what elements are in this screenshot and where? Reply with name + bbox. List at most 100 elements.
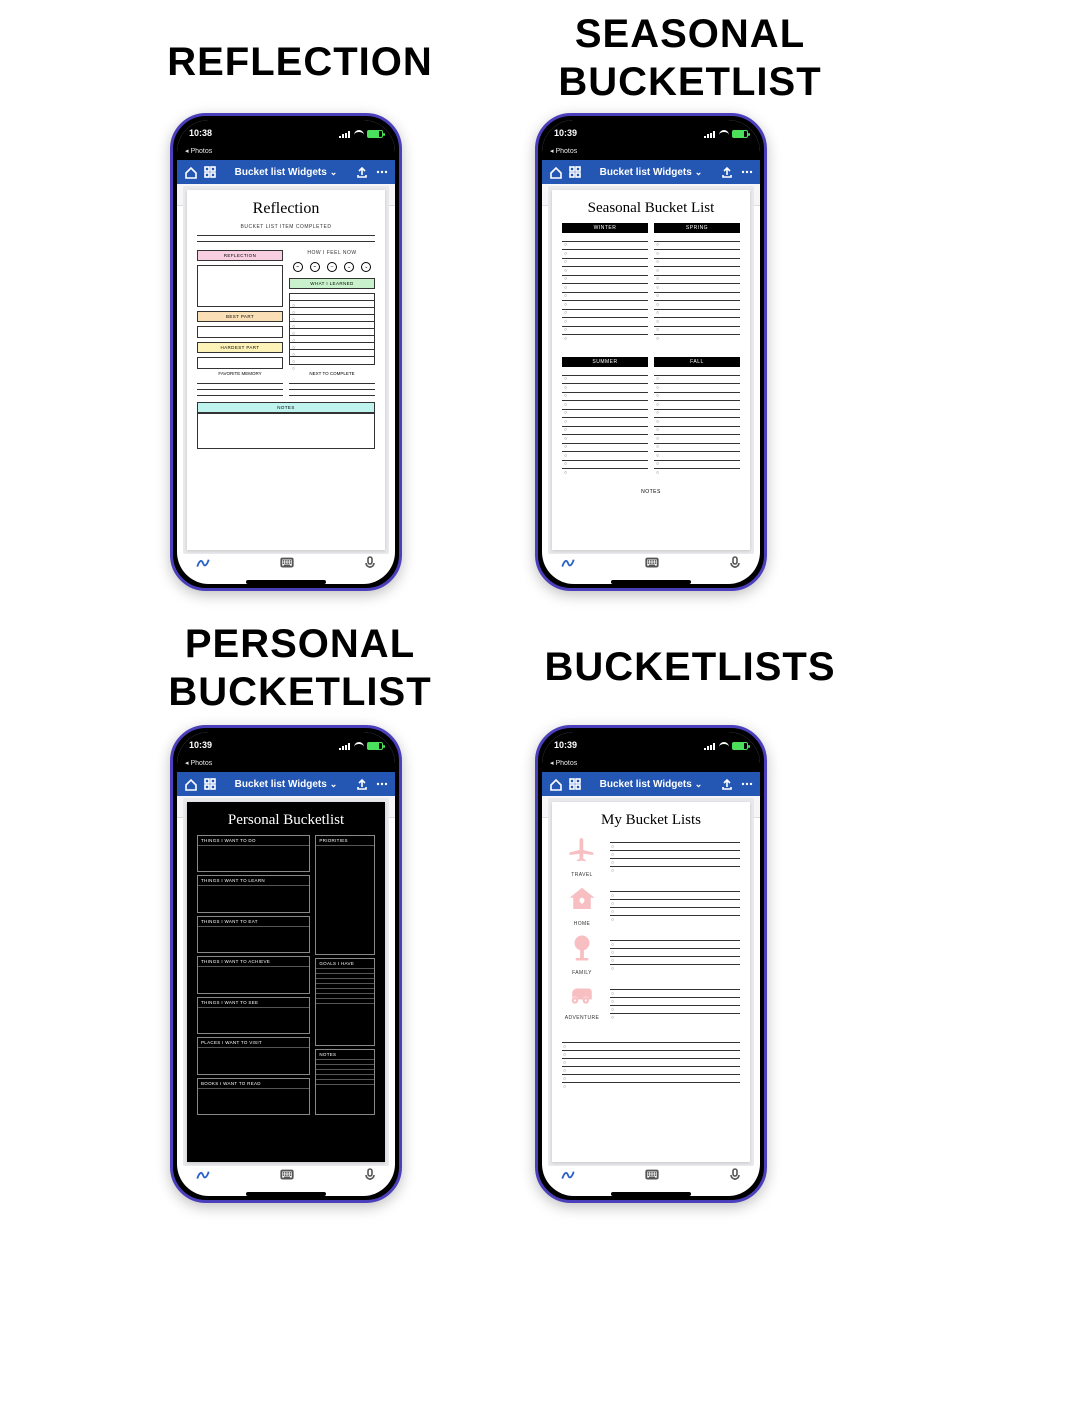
box-visit[interactable]: PLACES I WANT TO VISIT: [197, 1037, 310, 1074]
heading-seasonal: SEASONAL BUCKETLIST: [480, 10, 900, 106]
keyboard-icon[interactable]: [644, 1166, 660, 1187]
back-to-photos[interactable]: ◂ Photos: [185, 148, 212, 155]
chevron-down-icon: ⌄: [330, 779, 338, 790]
box-achieve[interactable]: THINGS I WANT TO ACHIEVE: [197, 956, 310, 993]
keyboard-icon[interactable]: [644, 554, 660, 575]
home-indicator[interactable]: [246, 580, 326, 584]
heading-reflection: REFLECTION: [90, 40, 510, 85]
box-notes[interactable]: NOTES: [315, 1049, 375, 1115]
more-icon[interactable]: [740, 165, 754, 179]
phone-personal: 10:39 ◂ Photos Bucket list Widgets⌄: [170, 725, 402, 1203]
back-to-photos[interactable]: ◂ Photos: [550, 760, 577, 767]
mic-icon[interactable]: [363, 1167, 377, 1186]
page-seasonal[interactable]: Seasonal Bucket List WINTER SPRING SUMME…: [552, 190, 750, 550]
doc-title-dropdown[interactable]: Bucket list Widgets⌄: [235, 167, 338, 178]
season-spring[interactable]: SPRING: [654, 223, 740, 351]
mood-faces[interactable]: ⌣⌣–⌄⌄: [289, 262, 375, 272]
back-to-photos[interactable]: ◂ Photos: [550, 148, 577, 155]
home-icon[interactable]: [548, 777, 562, 791]
tree-icon: [565, 933, 599, 963]
status-time: 10:38: [189, 128, 212, 138]
wifi-icon: [354, 742, 364, 750]
signal-icon: [339, 131, 351, 138]
keyboard-icon[interactable]: [279, 554, 295, 575]
box-goals[interactable]: GOALS I HAVE: [315, 958, 375, 1046]
doc-title-dropdown[interactable]: Bucket list Widgets⌄: [235, 779, 338, 790]
app-bar: Bucket list Widgets⌄: [542, 772, 760, 796]
home-icon[interactable]: [548, 165, 562, 179]
app-bar: Bucket list Widgets⌄: [177, 772, 395, 796]
box-see[interactable]: THINGS I WANT TO SEE: [197, 997, 310, 1034]
season-fall[interactable]: FALL: [654, 357, 740, 485]
cat-family[interactable]: FAMILY: [562, 933, 740, 976]
home-icon[interactable]: [183, 165, 197, 179]
page-title: Personal Bucketlist: [197, 812, 375, 829]
more-icon[interactable]: [375, 777, 389, 791]
battery-icon: [732, 130, 748, 138]
phone-reflection: 10:38 ◂ Photos Bucket list Widgets⌄: [170, 113, 402, 591]
page-reflection[interactable]: Reflection BUCKET LIST ITEM COMPLETED RE…: [187, 190, 385, 550]
camper-icon: [565, 982, 599, 1008]
season-winter[interactable]: WINTER: [562, 223, 648, 351]
page-bucketlists[interactable]: My Bucket Lists TRAVEL HOME FAMILY ADVEN…: [552, 802, 750, 1162]
share-icon[interactable]: [355, 165, 369, 179]
mic-icon[interactable]: [728, 1167, 742, 1186]
grid-icon[interactable]: [203, 165, 217, 179]
box-eat[interactable]: THINGS I WANT TO EAT: [197, 916, 310, 953]
section-notes: NOTES: [197, 402, 375, 413]
notes-box[interactable]: [197, 413, 375, 449]
chevron-down-icon: ⌄: [695, 779, 703, 790]
heading-bucketlists: BUCKETLISTS: [480, 645, 900, 690]
home-icon[interactable]: [183, 777, 197, 791]
cat-home[interactable]: HOME: [562, 884, 740, 927]
share-icon[interactable]: [355, 777, 369, 791]
cat-adventure[interactable]: ADVENTURE: [562, 982, 740, 1021]
keyboard-bar: [542, 554, 760, 574]
cat-travel[interactable]: TRAVEL: [562, 835, 740, 878]
signal-icon: [704, 131, 716, 138]
scribble-icon[interactable]: [560, 1166, 576, 1187]
section-feel: HOW I FEEL NOW: [289, 250, 375, 256]
battery-icon: [367, 742, 383, 750]
notch: [603, 116, 699, 136]
plane-icon: [565, 835, 599, 865]
more-icon[interactable]: [375, 165, 389, 179]
section-next: NEXT TO COMPLETE: [289, 371, 375, 376]
section-hardest: HARDEST PART: [197, 342, 283, 353]
scribble-icon[interactable]: [560, 554, 576, 575]
back-to-photos[interactable]: ◂ Photos: [185, 760, 212, 767]
home-indicator[interactable]: [246, 1192, 326, 1196]
grid-icon[interactable]: [568, 777, 582, 791]
season-summer[interactable]: SUMMER: [562, 357, 648, 485]
mic-icon[interactable]: [363, 555, 377, 574]
app-bar: Bucket list Widgets⌄: [542, 160, 760, 184]
scribble-icon[interactable]: [195, 554, 211, 575]
box-learn[interactable]: THINGS I WANT TO LEARN: [197, 875, 310, 912]
battery-icon: [367, 130, 383, 138]
share-icon[interactable]: [720, 165, 734, 179]
wifi-icon: [719, 130, 729, 138]
doc-title-dropdown[interactable]: Bucket list Widgets⌄: [600, 779, 703, 790]
mic-icon[interactable]: [728, 555, 742, 574]
learned-lines[interactable]: [289, 293, 375, 365]
chevron-down-icon: ⌄: [695, 167, 703, 178]
app-bar: Bucket list Widgets⌄: [177, 160, 395, 184]
scribble-icon[interactable]: [195, 1166, 211, 1187]
more-icon[interactable]: [740, 777, 754, 791]
signal-icon: [704, 743, 716, 750]
home-indicator[interactable]: [611, 580, 691, 584]
box-do[interactable]: THINGS I WANT TO DO: [197, 835, 310, 872]
page-personal[interactable]: Personal Bucketlist THINGS I WANT TO DO …: [187, 802, 385, 1162]
grid-icon[interactable]: [203, 777, 217, 791]
page-title: My Bucket Lists: [562, 812, 740, 829]
notch: [238, 116, 334, 136]
keyboard-icon[interactable]: [279, 1166, 295, 1187]
box-priorities[interactable]: PRIORITIES: [315, 835, 375, 955]
home-indicator[interactable]: [611, 1192, 691, 1196]
extra-lines[interactable]: [562, 1035, 740, 1083]
share-icon[interactable]: [720, 777, 734, 791]
box-read[interactable]: BOOKS I WANT TO READ: [197, 1078, 310, 1115]
doc-title-dropdown[interactable]: Bucket list Widgets⌄: [600, 167, 703, 178]
grid-icon[interactable]: [568, 165, 582, 179]
status-time: 10:39: [554, 740, 577, 750]
